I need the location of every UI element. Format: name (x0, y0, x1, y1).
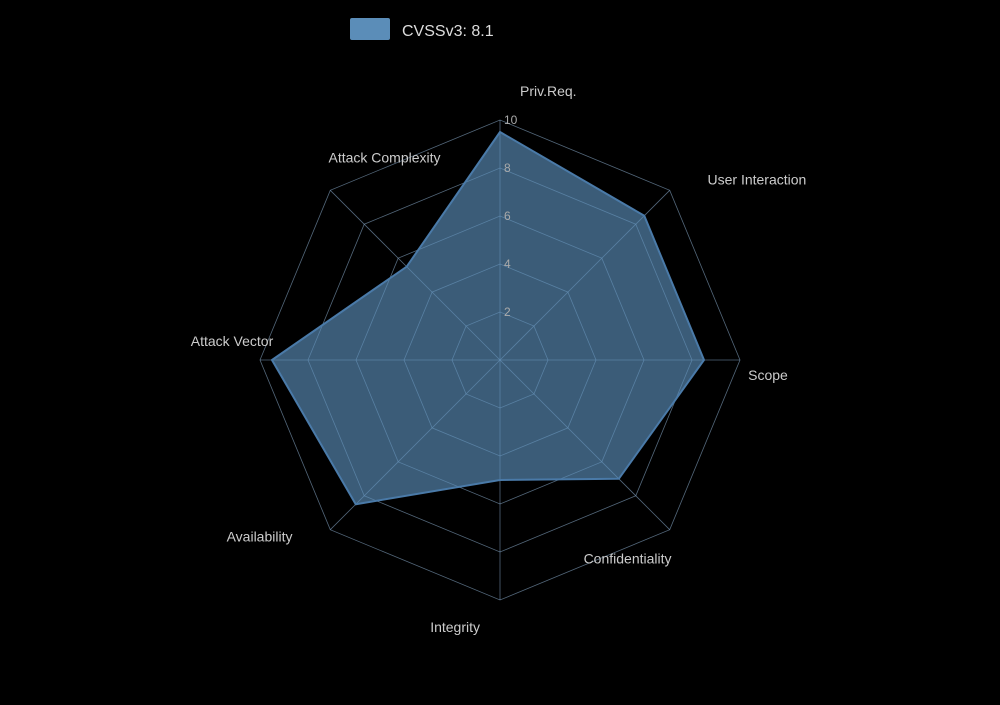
svg-text:Attack Complexity: Attack Complexity (328, 149, 440, 165)
svg-text:4: 4 (504, 257, 511, 271)
svg-text:2: 2 (504, 305, 511, 319)
svg-text:8: 8 (504, 161, 511, 175)
radar-chart: Attack Vector Attack Complexity Priv.Req. U… (0, 0, 1000, 700)
svg-text:6: 6 (504, 209, 511, 223)
svg-text:Availability: Availability (227, 529, 293, 545)
svg-text:CVSSv3: 8.1: CVSSv3: 8.1 (402, 23, 494, 40)
chart-container: Attack Vector Attack Complexity Priv.Req. U… (0, 0, 1000, 700)
svg-text:Integrity: Integrity (430, 619, 480, 635)
svg-text:User Interaction: User Interaction (708, 171, 807, 187)
svg-text:Scope: Scope (748, 367, 788, 383)
svg-text:Confidentiality: Confidentiality (584, 551, 672, 567)
svg-text:Priv.Req.: Priv.Req. (520, 83, 577, 99)
svg-text:Attack Vector: Attack Vector (191, 333, 274, 349)
svg-text:10: 10 (504, 113, 518, 127)
